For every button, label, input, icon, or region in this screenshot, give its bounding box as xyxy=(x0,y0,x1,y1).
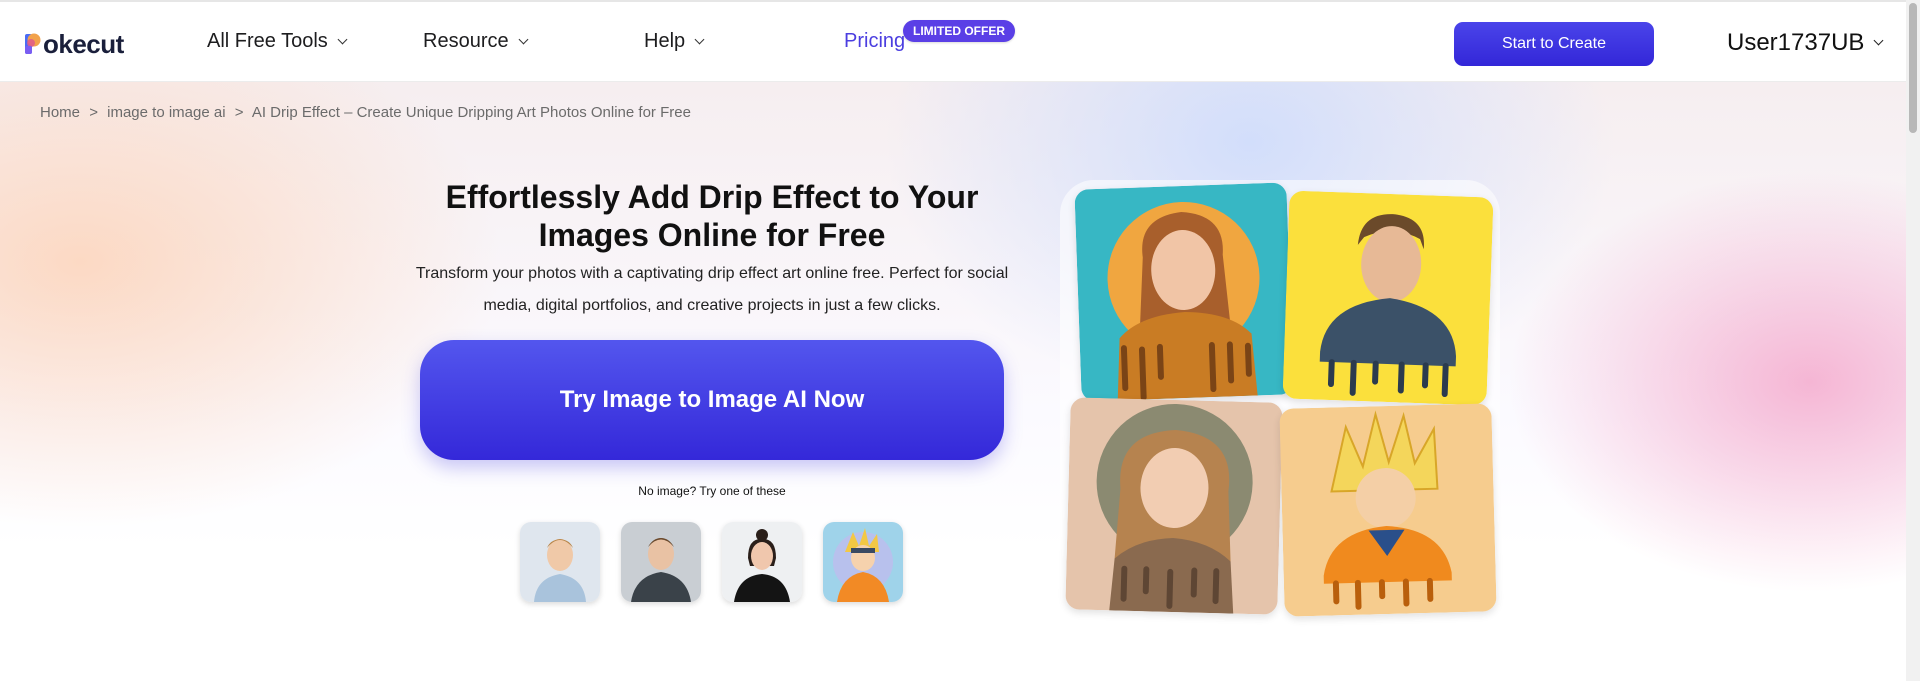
sample-image-boy[interactable] xyxy=(520,522,600,602)
breadcrumb: Home > image to image ai > AI Drip Effec… xyxy=(40,104,696,121)
hero-section: Home > image to image ai > AI Drip Effec… xyxy=(0,82,1906,681)
man-drip-art xyxy=(1282,190,1494,406)
nav-help[interactable]: Help xyxy=(644,30,705,53)
page-scrollbar[interactable] xyxy=(1906,0,1920,681)
top-navigation: okecut All Free Tools Resource Help Pric… xyxy=(0,0,1920,82)
example-collage xyxy=(1060,180,1500,620)
sample-image-woman-picture xyxy=(722,522,802,602)
logo-text: okecut xyxy=(43,28,124,59)
limited-offer-badge: LIMITED OFFER xyxy=(903,20,1015,42)
sample-image-boy-picture xyxy=(520,522,600,602)
no-image-hint: No image? Try one of these xyxy=(638,484,786,498)
pokecut-logo-icon xyxy=(25,33,41,54)
pokecut-logo[interactable]: okecut xyxy=(24,28,124,60)
example-man-drip xyxy=(1282,190,1494,406)
sample-image-woman[interactable] xyxy=(722,522,802,602)
breadcrumb-home[interactable]: Home xyxy=(40,104,80,121)
username: User1737UB xyxy=(1727,29,1865,56)
breadcrumb-separator: > xyxy=(234,104,244,121)
page-title: Effortlessly Add Drip Effect to Your Ima… xyxy=(445,179,979,253)
nav-label: Help xyxy=(644,30,686,52)
nav-all-free-tools[interactable]: All Free Tools xyxy=(207,30,348,53)
sample-image-anime-picture xyxy=(823,522,903,602)
breadcrumb-image-to-image-ai[interactable]: image to image ai xyxy=(107,104,225,121)
nav-pricing[interactable]: Pricing xyxy=(844,30,905,53)
scrollbar-thumb[interactable] xyxy=(1909,3,1917,133)
try-image-to-image-button[interactable]: Try Image to Image AI Now xyxy=(420,340,1004,460)
example-child-drip xyxy=(1065,397,1283,615)
sample-image-man-picture xyxy=(621,522,701,602)
page-description: Transform your photos with a captivating… xyxy=(415,265,1009,314)
chevron-down-icon xyxy=(518,34,529,44)
example-girl-drip xyxy=(1074,182,1294,402)
nav-label: Pricing xyxy=(844,30,906,52)
nav-resource[interactable]: Resource xyxy=(423,30,529,53)
sample-image-man[interactable] xyxy=(621,522,701,602)
nav-label: All Free Tools xyxy=(207,30,328,52)
breadcrumb-separator: > xyxy=(89,104,98,121)
child-drip-art xyxy=(1065,397,1283,615)
nav-label: Resource xyxy=(423,30,509,52)
user-menu[interactable]: User1737UB xyxy=(1727,29,1884,57)
chevron-down-icon xyxy=(337,34,348,44)
breadcrumb-current: AI Drip Effect – Create Unique Dripping … xyxy=(251,104,691,121)
example-anime-drip xyxy=(1279,403,1497,617)
sample-image-anime[interactable] xyxy=(823,522,903,602)
anime-drip-art xyxy=(1279,403,1497,617)
chevron-down-icon xyxy=(694,34,705,44)
chevron-down-icon xyxy=(1873,35,1884,46)
girl-drip-art xyxy=(1074,182,1294,402)
start-to-create-button[interactable]: Start to Create xyxy=(1454,22,1654,66)
